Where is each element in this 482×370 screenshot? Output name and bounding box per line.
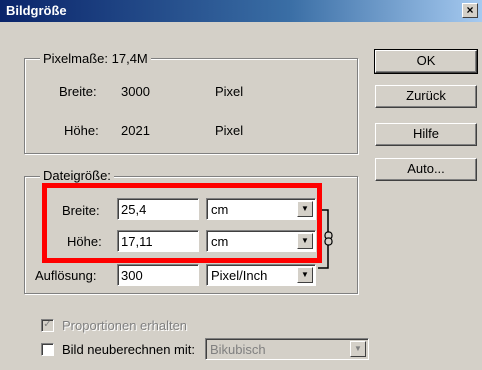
constrain-proportions-label: Proportionen erhalten [62, 318, 188, 333]
reset-button[interactable]: Zurück [375, 85, 477, 108]
close-button[interactable]: × [462, 3, 478, 18]
resample-checkbox[interactable] [41, 343, 54, 356]
pixel-height-unit: Pixel [215, 123, 244, 138]
pixel-height-label: Höhe: [64, 123, 99, 138]
pixel-width-label: Breite: [59, 84, 97, 99]
chevron-down-icon[interactable]: ▼ [350, 341, 366, 357]
pixel-height-value: 2021 [121, 123, 150, 138]
resample-label: Bild neuberechnen mit: [62, 342, 195, 357]
pixel-dimensions-label: Pixelmaße: 17,4M [40, 51, 151, 66]
document-size-label: Dateigröße: [40, 168, 114, 183]
resample-method-select[interactable]: Bikubisch ▼ [205, 338, 369, 360]
auto-button[interactable]: Auto... [375, 158, 477, 181]
resolution-label: Auflösung: [35, 268, 97, 283]
ok-button[interactable]: OK [374, 49, 478, 74]
resample-method-value: Bikubisch [210, 342, 266, 357]
pixel-dimensions-group [24, 58, 358, 154]
resolution-input[interactable]: 300 [117, 264, 199, 286]
window-title: Bildgröße [6, 3, 67, 18]
resolution-unit-value: Pixel/Inch [211, 268, 268, 283]
highlight-box [42, 183, 322, 263]
pixel-width-unit: Pixel [215, 84, 244, 99]
constrain-proportions-checkbox[interactable]: ✓ [41, 319, 54, 332]
title-bar: Bildgröße × [0, 0, 482, 22]
pixel-width-value: 3000 [121, 84, 150, 99]
chevron-down-icon[interactable]: ▼ [297, 267, 313, 283]
resolution-unit-select[interactable]: Pixel/Inch ▼ [206, 264, 316, 286]
help-button[interactable]: Hilfe [375, 123, 477, 146]
